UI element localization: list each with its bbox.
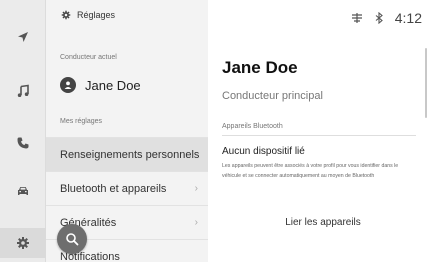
clock: 4:12: [394, 10, 422, 26]
chevron-right-icon: ›: [194, 183, 198, 194]
no-device-title: Aucun dispositif lié: [222, 146, 305, 157]
avatar: [60, 77, 76, 93]
list-item-label: Bluetooth et appareils: [60, 182, 167, 195]
list-item-label: Renseignements personnels: [60, 148, 200, 161]
music-icon: [17, 84, 29, 97]
bluetooth-icon: [375, 12, 383, 24]
phone-icon: [17, 137, 29, 149]
phone-button[interactable]: [0, 128, 46, 158]
no-device-description: Les appareils peuvent être associés à vo…: [222, 163, 399, 179]
settings-icon: [17, 237, 29, 249]
driver-name: Jane Doe: [85, 77, 141, 93]
profile-name: Jane Doe: [222, 58, 298, 77]
list-item-bluetooth[interactable]: Bluetooth et appareils ›: [46, 171, 208, 205]
settings-header: Réglages: [61, 10, 115, 20]
navigation-button[interactable]: [0, 22, 46, 52]
search-icon: [66, 233, 79, 246]
settings-button[interactable]: [0, 228, 46, 258]
person-icon: [64, 81, 72, 89]
settings-list: Réglages Conducteur actuel Jane Doe Mes …: [46, 0, 208, 262]
settings-title: Réglages: [77, 10, 116, 20]
vehicle-button[interactable]: [0, 176, 46, 206]
chevron-right-icon: ›: [194, 217, 198, 228]
current-driver[interactable]: Jane Doe: [60, 77, 141, 93]
my-settings-label: Mes réglages: [60, 118, 103, 125]
list-item-personal-info[interactable]: Renseignements personnels: [46, 137, 208, 171]
car-icon: [18, 187, 28, 195]
bluetooth-section-label: Appareils Bluetooth: [222, 123, 283, 130]
navigation-icon: [18, 32, 28, 42]
divider: [222, 135, 416, 136]
search-button[interactable]: [57, 224, 87, 254]
icon-rail: [0, 0, 46, 262]
scrollbar[interactable]: [425, 48, 427, 118]
pair-devices-button[interactable]: Lier les appareils: [248, 211, 398, 233]
music-button[interactable]: [0, 76, 46, 106]
profile-role: Conducteur principal: [222, 90, 323, 102]
detail-pane: 4:12 Jane Doe Conducteur principal Appar…: [208, 0, 428, 262]
status-bar: 4:12: [351, 10, 422, 26]
current-driver-label: Conducteur actuel: [60, 54, 117, 61]
fan-icon: [351, 13, 362, 23]
gear-icon: [61, 10, 71, 20]
